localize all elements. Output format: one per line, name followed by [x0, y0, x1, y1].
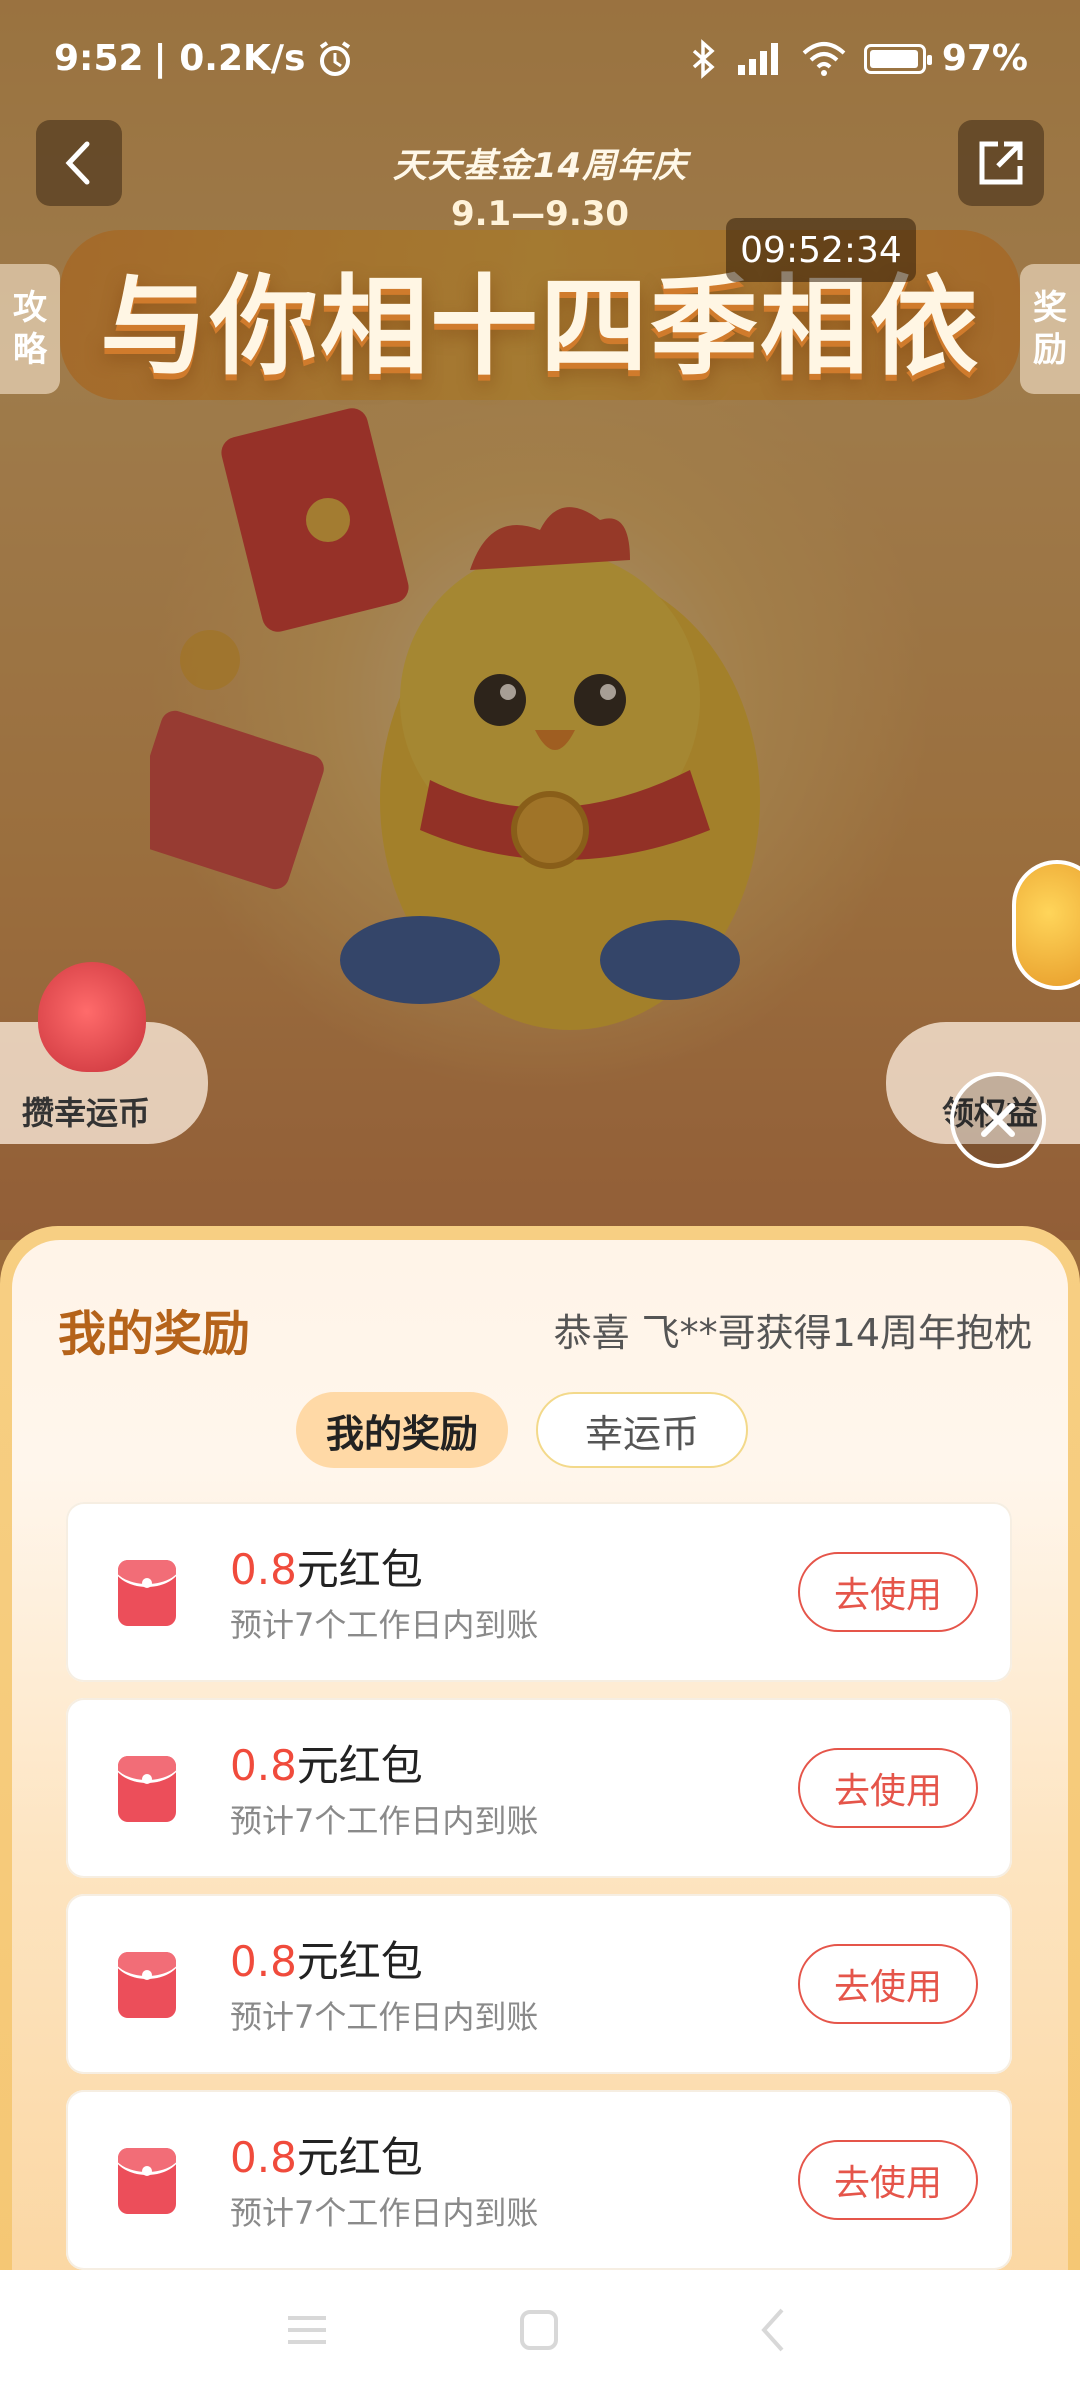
sheet-title: 我的奖励 — [58, 1306, 251, 1362]
side-tab-char: 攻 — [13, 288, 47, 328]
amount-value: 0.8 — [230, 1545, 297, 1594]
close-sheet-button[interactable] — [950, 1072, 1046, 1168]
side-tab-char: 励 — [1033, 330, 1067, 370]
use-reward-button[interactable]: 去使用 — [798, 1944, 978, 2024]
cellular-signal-icon — [737, 42, 778, 75]
system-nav-bar — [0, 2270, 1080, 2400]
wifi-icon — [802, 41, 846, 76]
alarm-icon — [320, 40, 351, 76]
red-envelope-icon — [118, 1756, 176, 1822]
share-icon — [979, 141, 1023, 185]
close-icon — [981, 1103, 1015, 1137]
network-speed: | 0.2K/s — [153, 38, 306, 79]
amount-value: 0.8 — [230, 2133, 297, 2182]
home-icon[interactable] — [516, 2300, 562, 2360]
winner-notice: 恭喜 飞**哥获得14周年抱枕 — [553, 1311, 1032, 1355]
event-subtitle: 天天基金14周年庆 — [392, 146, 688, 186]
side-tab-char: 略 — [13, 330, 47, 370]
share-button[interactable] — [958, 120, 1044, 206]
reward-note: 预计7个工作日内到账 — [230, 1606, 539, 1644]
reward-note: 预计7个工作日内到账 — [230, 1998, 539, 2036]
menu-icon[interactable] — [284, 2300, 330, 2360]
amount-unit: 元红包 — [296, 1937, 423, 1986]
earn-coins-entry[interactable]: 攒幸运币 — [0, 962, 208, 1144]
tab-lucky-coins[interactable]: 幸运币 — [536, 1392, 748, 1468]
red-envelope-icon — [118, 1952, 176, 2018]
amount-unit: 元红包 — [296, 2133, 423, 2182]
tab-my-rewards[interactable]: 我的奖励 — [296, 1392, 508, 1468]
red-envelope-icon — [118, 1560, 176, 1626]
reward-amount: 0.8元红包 — [230, 1536, 423, 1597]
use-reward-button[interactable]: 去使用 — [798, 2140, 978, 2220]
lucky-bag-icon — [38, 962, 146, 1072]
rewards-side-tab[interactable]: 奖 励 — [1020, 264, 1080, 394]
chevron-left-icon — [65, 141, 90, 185]
reward-amount: 0.8元红包 — [230, 1732, 423, 1793]
amount-value: 0.8 — [230, 1937, 297, 1986]
reward-amount: 0.8元红包 — [230, 1928, 423, 1989]
red-envelope-icon — [118, 2148, 176, 2214]
battery-level: 97% — [941, 38, 1028, 79]
reward-tabs: 我的奖励 幸运币 — [296, 1392, 748, 1468]
reward-list: 0.8元红包 预计7个工作日内到账 去使用 0.8元红包 预计7个工作日内到账 … — [66, 1502, 1012, 2286]
amount-value: 0.8 — [230, 1741, 297, 1790]
reward-card: 0.8元红包 预计7个工作日内到账 去使用 — [66, 2090, 1012, 2270]
status-time: 9:52 — [54, 38, 144, 79]
use-reward-button[interactable]: 去使用 — [798, 1748, 978, 1828]
rewards-sheet-body: 我的奖励 恭喜 飞**哥获得14周年抱枕 我的奖励 幸运币 0.8元红包 预计7… — [12, 1240, 1068, 2280]
use-reward-button[interactable]: 去使用 — [798, 1552, 978, 1632]
reward-card: 0.8元红包 预计7个工作日内到账 去使用 — [66, 1502, 1012, 1682]
clock-badge: 09:52:34 — [726, 218, 916, 282]
earn-coins-label: 攒幸运币 — [22, 1094, 151, 1132]
back-nav-icon[interactable] — [752, 2300, 798, 2360]
reward-note: 预计7个工作日内到账 — [230, 2194, 539, 2232]
strategy-side-tab[interactable]: 攻 略 — [0, 264, 60, 394]
battery-icon — [863, 43, 932, 74]
amount-unit: 元红包 — [296, 1741, 423, 1790]
rewards-sheet: 我的奖励 恭喜 飞**哥获得14周年抱枕 我的奖励 幸运币 0.8元红包 预计7… — [0, 1226, 1080, 2280]
bluetooth-icon — [692, 38, 715, 79]
amount-unit: 元红包 — [296, 1545, 423, 1594]
reward-card: 0.8元红包 预计7个工作日内到账 去使用 — [66, 1698, 1012, 1878]
event-dates: 9.1—9.30 — [450, 194, 630, 234]
mascot-avatar-float[interactable] — [1012, 860, 1080, 990]
reward-note: 预计7个工作日内到账 — [230, 1802, 539, 1840]
side-tab-char: 奖 — [1033, 288, 1067, 328]
status-bar: 9:52 | 0.2K/s 97% — [0, 0, 1080, 120]
reward-card: 0.8元红包 预计7个工作日内到账 去使用 — [66, 1894, 1012, 2074]
reward-amount: 0.8元红包 — [230, 2124, 423, 2185]
back-button[interactable] — [36, 120, 122, 206]
